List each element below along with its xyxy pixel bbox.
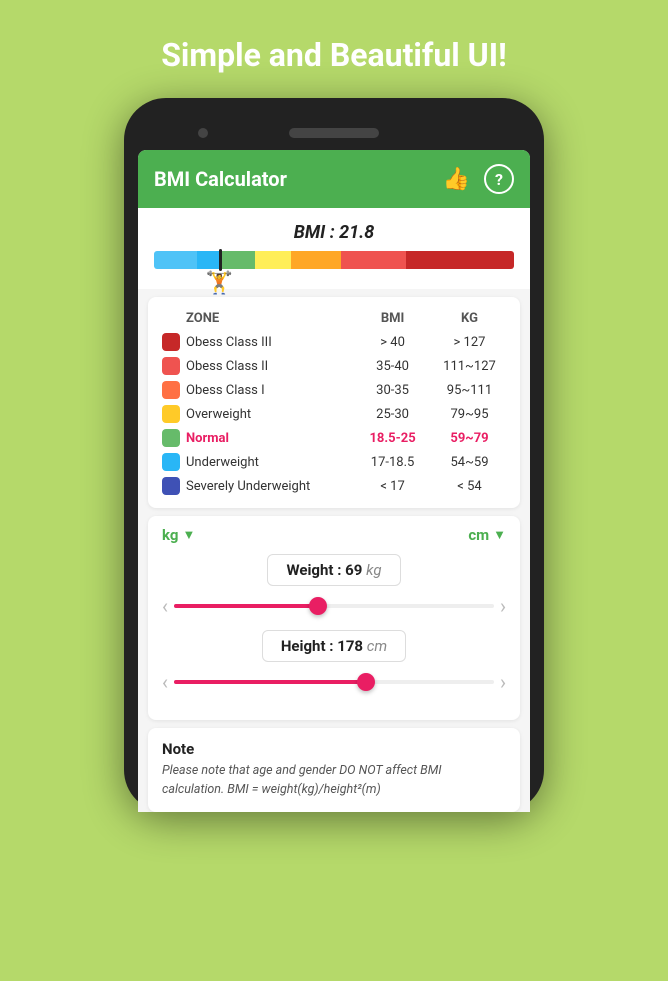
zone-label: Obess Class III [186, 335, 272, 350]
zone-color-dot [162, 477, 180, 495]
input-card: kg ▼ cm ▼ Weight : 69 kg ‹ › [148, 516, 520, 720]
zone-label: Overweight [186, 407, 251, 422]
height-unit-selector[interactable]: cm ▼ [468, 526, 506, 544]
note-title: Note [162, 740, 506, 758]
zone-label: Obess Class II [186, 359, 268, 374]
phone-device: BMI Calculator 👍 ? BMI : 21.8 🏋 ZONE [124, 98, 544, 812]
toolbar: BMI Calculator 👍 ? [138, 150, 530, 208]
bmi-col-header: BMI [356, 307, 429, 330]
help-icon[interactable]: ? [484, 164, 514, 194]
weight-display: Weight : 69 kg [267, 554, 400, 586]
zone-kg: 111~127 [429, 354, 510, 378]
zone-cell: Obess Class III [158, 330, 356, 354]
phone-screen: BMI Calculator 👍 ? BMI : 21.8 🏋 ZONE [138, 150, 530, 812]
zone-color-dot [162, 429, 180, 447]
height-label: Height : 178 [281, 637, 363, 655]
zone-col-header: ZONE [158, 307, 356, 330]
weight-label: Weight : 69 [286, 561, 362, 579]
height-decrement[interactable]: ‹ [162, 670, 168, 694]
note-card: Note Please note that age and gender DO … [148, 728, 520, 812]
phone-speaker [289, 128, 379, 138]
zone-color-dot [162, 333, 180, 351]
zone-cell: Underweight [158, 450, 356, 474]
bmi-section: BMI : 21.8 🏋 [138, 208, 530, 289]
zone-label: Normal [186, 431, 229, 446]
weight-slider-track[interactable] [174, 604, 494, 608]
weight-unit-selector[interactable]: kg ▼ [162, 526, 195, 544]
page-title: Simple and Beautiful UI! [161, 36, 507, 74]
table-row: Overweight 25-3079~95 [158, 402, 510, 426]
bmi-bar-container: 🏋 [154, 251, 514, 269]
weight-decrement[interactable]: ‹ [162, 594, 168, 618]
height-slider-row: ‹ › [162, 670, 506, 694]
zone-bmi: 25-30 [356, 402, 429, 426]
zone-kg: 54~59 [429, 450, 510, 474]
zone-bmi: 18.5-25 [356, 426, 429, 450]
zone-cell: Normal [158, 426, 356, 450]
zone-bmi: > 40 [356, 330, 429, 354]
zone-card: ZONE BMI KG Obess Class III> 40> 127Obes… [148, 297, 520, 508]
weight-unit-label: kg [162, 526, 178, 544]
table-row: Obess Class II 35-40111~127 [158, 354, 510, 378]
zone-label: Obess Class I [186, 383, 265, 398]
height-increment[interactable]: › [500, 670, 506, 694]
weight-unit-chevron: ▼ [182, 527, 195, 543]
zone-cell: Obess Class II [158, 354, 356, 378]
zone-bmi: 17-18.5 [356, 450, 429, 474]
toolbar-title: BMI Calculator [154, 167, 287, 191]
zone-cell: Overweight [158, 402, 356, 426]
weight-slider-fill [174, 604, 318, 608]
table-row: Underweight 17-18.554~59 [158, 450, 510, 474]
zone-kg: 95~111 [429, 378, 510, 402]
bmi-bar [154, 251, 514, 269]
zone-label: Underweight [186, 455, 259, 470]
zone-color-dot [162, 357, 180, 375]
zone-label: Severely Underweight [186, 479, 310, 494]
zone-color-dot [162, 453, 180, 471]
weight-increment[interactable]: › [500, 594, 506, 618]
zone-bmi: 35-40 [356, 354, 429, 378]
table-row: Obess Class I 30-3595~111 [158, 378, 510, 402]
zone-kg: > 127 [429, 330, 510, 354]
note-text: Please note that age and gender DO NOT a… [162, 762, 506, 800]
like-icon[interactable]: 👍 [443, 167, 470, 192]
height-unit-label: cm [468, 526, 489, 544]
table-row: Obess Class III > 40> 127 [158, 330, 510, 354]
weight-slider-thumb[interactable] [309, 597, 327, 615]
weight-slider-row: ‹ › [162, 594, 506, 618]
table-row: Normal 18.5-2559~79 [158, 426, 510, 450]
zone-bmi: 30-35 [356, 378, 429, 402]
phone-camera [198, 128, 208, 138]
bmi-indicator [219, 249, 222, 271]
zone-kg: < 54 [429, 474, 510, 498]
height-slider-fill [174, 680, 366, 684]
zone-color-dot [162, 381, 180, 399]
phone-top-bar [138, 116, 530, 150]
table-row: Severely Underweight < 17< 54 [158, 474, 510, 498]
zone-kg: 79~95 [429, 402, 510, 426]
height-slider-thumb[interactable] [357, 673, 375, 691]
height-slider-track[interactable] [174, 680, 494, 684]
toolbar-icons: 👍 ? [443, 164, 514, 194]
bmi-pointer: 🏋 [206, 271, 233, 296]
zone-kg: 59~79 [429, 426, 510, 450]
height-display: Height : 178 cm [262, 630, 406, 662]
bmi-value: BMI : 21.8 [294, 222, 375, 243]
zone-color-dot [162, 405, 180, 423]
height-unit-suffix: cm [367, 637, 387, 655]
zone-bmi: < 17 [356, 474, 429, 498]
unit-selectors: kg ▼ cm ▼ [162, 526, 506, 544]
kg-col-header: KG [429, 307, 510, 330]
weight-unit-suffix: kg [366, 561, 381, 579]
zone-cell: Obess Class I [158, 378, 356, 402]
zone-table: ZONE BMI KG Obess Class III> 40> 127Obes… [158, 307, 510, 498]
height-unit-chevron: ▼ [493, 527, 506, 543]
zone-cell: Severely Underweight [158, 474, 356, 498]
